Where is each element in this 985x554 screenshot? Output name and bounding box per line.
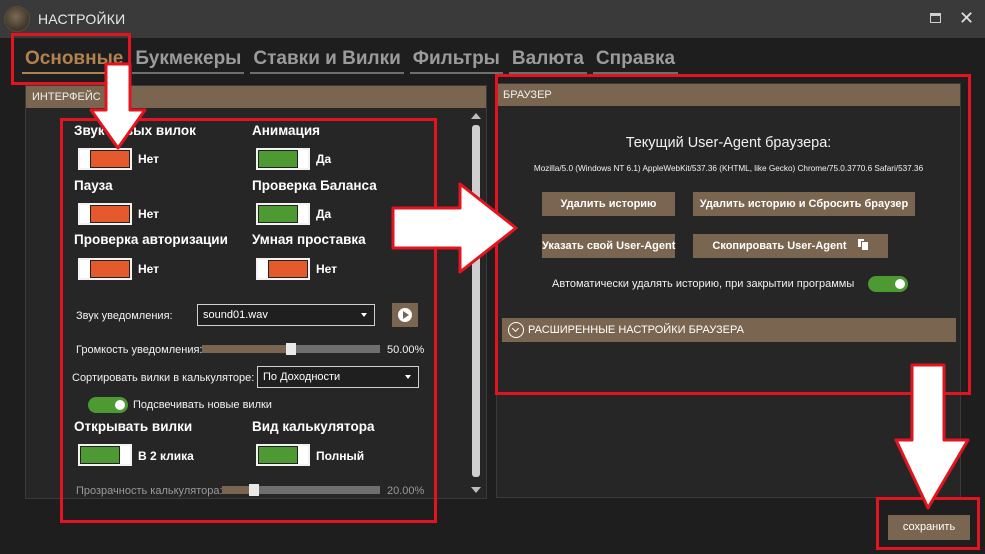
tab-help[interactable]: Справка [592, 46, 679, 74]
app-logo-icon [4, 6, 30, 32]
tab-bookmakers[interactable]: Букмекеры [132, 46, 245, 74]
annotation-arrow-right [391, 182, 518, 274]
tab-bets-forks[interactable]: Ставки и Вилки [250, 46, 404, 74]
annotation-box-browser [495, 74, 971, 395]
interface-scrollbar[interactable] [471, 113, 481, 493]
tab-currency[interactable]: Валюта [508, 46, 587, 74]
scroll-up-icon[interactable] [471, 113, 481, 119]
tab-filters[interactable]: Фильтры [409, 46, 503, 74]
annotation-box-interface [60, 118, 437, 523]
maximize-icon[interactable] [930, 13, 941, 23]
scroll-thumb[interactable] [472, 125, 480, 477]
scroll-down-icon[interactable] [471, 487, 481, 493]
title-bar: НАСТРОЙКИ ✕ [0, 0, 985, 38]
annotation-arrow-down-right [894, 363, 970, 510]
close-icon[interactable]: ✕ [959, 7, 974, 29]
annotation-arrow-down-left [89, 62, 147, 150]
window-title: НАСТРОЙКИ [38, 11, 126, 27]
